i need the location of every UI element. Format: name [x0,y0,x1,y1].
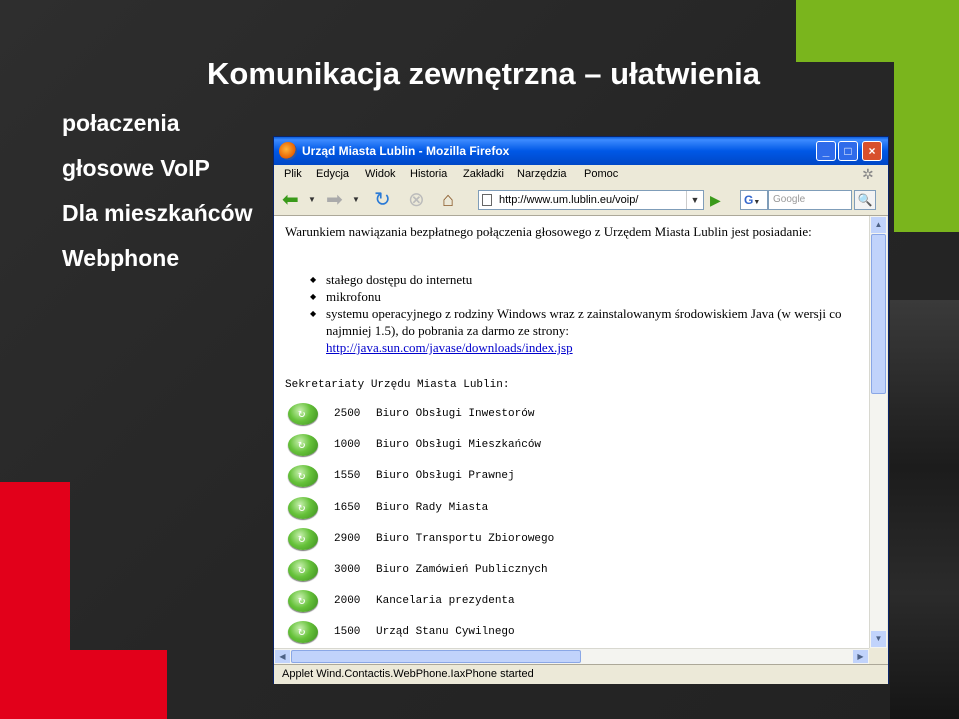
vertical-scroll-thumb[interactable] [871,234,886,394]
extension-number: 1650 [334,502,361,514]
menu-narzedzia[interactable]: Narzędzia [517,168,567,180]
menu-plik[interactable]: Plik [284,168,302,180]
call-button[interactable] [288,434,318,456]
menu-zakladki[interactable]: Zakładki [463,168,504,180]
department-name: Biuro Rady Miasta [376,502,489,514]
list-item: mikrofonu [310,288,855,305]
window-title: Urząd Miasta Lublin - Mozilla Firefox [302,144,510,158]
back-dropdown-icon[interactable]: ▼ [308,189,318,211]
home-icon[interactable]: ⌂ [442,189,464,211]
bullet-line: Webphone [62,245,180,271]
extension-number: 2500 [334,408,361,420]
url-field[interactable]: http://www.um.lublin.eu/voip/ ▼ [478,190,704,210]
horizontal-scroll-thumb[interactable] [291,650,581,663]
go-icon[interactable]: ▶ [710,191,728,209]
call-button[interactable] [288,497,318,519]
department-name: Biuro Obsługi Mieszkańców [376,439,542,451]
call-button[interactable] [288,590,318,612]
bullet-line: Dla mieszkańców [62,200,253,226]
requirement-text: systemu operacyjnego z rodziny Windows w… [326,306,842,338]
firefox-icon [279,142,297,160]
extension-number: 3000 [334,564,361,576]
slide-title: Komunikacja zewnętrzna – ułatwienia [207,56,760,91]
maximize-button[interactable]: □ [838,141,858,161]
department-name: Kancelaria prezydenta [376,595,515,607]
extension-number: 1500 [334,626,361,638]
page-content: Warunkiem nawiązania bezpłatnego połącze… [274,216,869,648]
navigation-toolbar: ⬅ ▼ ➡ ▼ ↻ ⊗ ⌂ http://www.um.lublin.eu/vo… [274,185,888,216]
menu-bar: Plik Edycja Widok Historia Zakładki Narz… [274,165,888,185]
browser-window: Urząd Miasta Lublin - Mozilla Firefox _ … [273,136,889,684]
department-name: Biuro Transportu Zbiorowego [376,533,555,545]
slide-bullets: połaczenia głosowe VoIP Dla mieszkańców … [62,108,252,288]
red-decoration-lower [70,650,167,719]
background-photo [890,300,959,719]
scroll-up-icon[interactable]: ▲ [871,217,886,233]
page-icon [482,194,492,206]
menu-edycja[interactable]: Edycja [316,168,349,180]
extension-number: 1550 [334,470,361,482]
call-button[interactable] [288,465,318,487]
search-input[interactable]: Google [768,190,852,210]
java-download-link[interactable]: http://java.sun.com/javase/downloads/ind… [326,340,573,355]
reload-icon[interactable]: ↻ [374,189,396,211]
call-button[interactable] [288,559,318,581]
throbber-icon: ✲ [862,166,874,182]
menu-pomoc[interactable]: Pomoc [584,168,618,180]
status-text: Applet Wind.Contactis.WebPhone.IaxPhone … [282,668,534,680]
bullet-line: połaczenia [62,110,180,136]
menu-widok[interactable]: Widok [365,168,396,180]
bullet-line: głosowe VoIP [62,155,210,181]
scroll-down-icon[interactable]: ▼ [871,631,886,647]
secretariats-title: Sekretariaty Urzędu Miasta Lublin: [285,379,510,391]
requirements-list: stałego dostępu do internetu mikrofonu s… [310,271,855,356]
department-name: Biuro Obsługi Inwestorów [376,408,535,420]
url-text: http://www.um.lublin.eu/voip/ [499,194,639,206]
scroll-right-icon[interactable]: ▶ [853,650,868,663]
extension-number: 1000 [334,439,361,451]
list-item: stałego dostępu do internetu [310,271,855,288]
status-bar: Applet Wind.Contactis.WebPhone.IaxPhone … [274,664,888,684]
search-engine-label: G [744,193,754,207]
window-titlebar[interactable]: Urząd Miasta Lublin - Mozilla Firefox _ … [274,137,888,165]
close-button[interactable]: × [862,141,882,161]
call-button[interactable] [288,403,318,425]
extension-number: 2900 [334,533,361,545]
department-name: Urząd Stanu Cywilnego [376,626,515,638]
back-icon[interactable]: ⬅ [282,189,304,211]
list-item: systemu operacyjnego z rodziny Windows w… [310,305,855,356]
stop-icon[interactable]: ⊗ [408,189,430,211]
url-dropdown-icon[interactable]: ▼ [686,191,703,209]
intro-text: Warunkiem nawiązania bezpłatnego połącze… [285,224,812,239]
minimize-button[interactable]: _ [816,141,836,161]
forward-dropdown-icon[interactable]: ▼ [352,189,362,211]
extension-number: 2000 [334,595,361,607]
horizontal-scrollbar[interactable]: ◀ ▶ [274,648,869,664]
menu-historia[interactable]: Historia [410,168,447,180]
red-decoration [0,482,70,719]
call-button[interactable] [288,621,318,643]
search-engine-icon[interactable]: G▼ [740,190,768,210]
department-name: Biuro Obsługi Prawnej [376,470,515,482]
search-icon[interactable]: 🔍 [854,190,876,210]
scroll-left-icon[interactable]: ◀ [275,650,290,663]
department-name: Biuro Zamówień Publicznych [376,564,548,576]
forward-icon[interactable]: ➡ [326,189,348,211]
call-button[interactable] [288,528,318,550]
vertical-scrollbar[interactable]: ▲ ▼ [869,216,887,648]
